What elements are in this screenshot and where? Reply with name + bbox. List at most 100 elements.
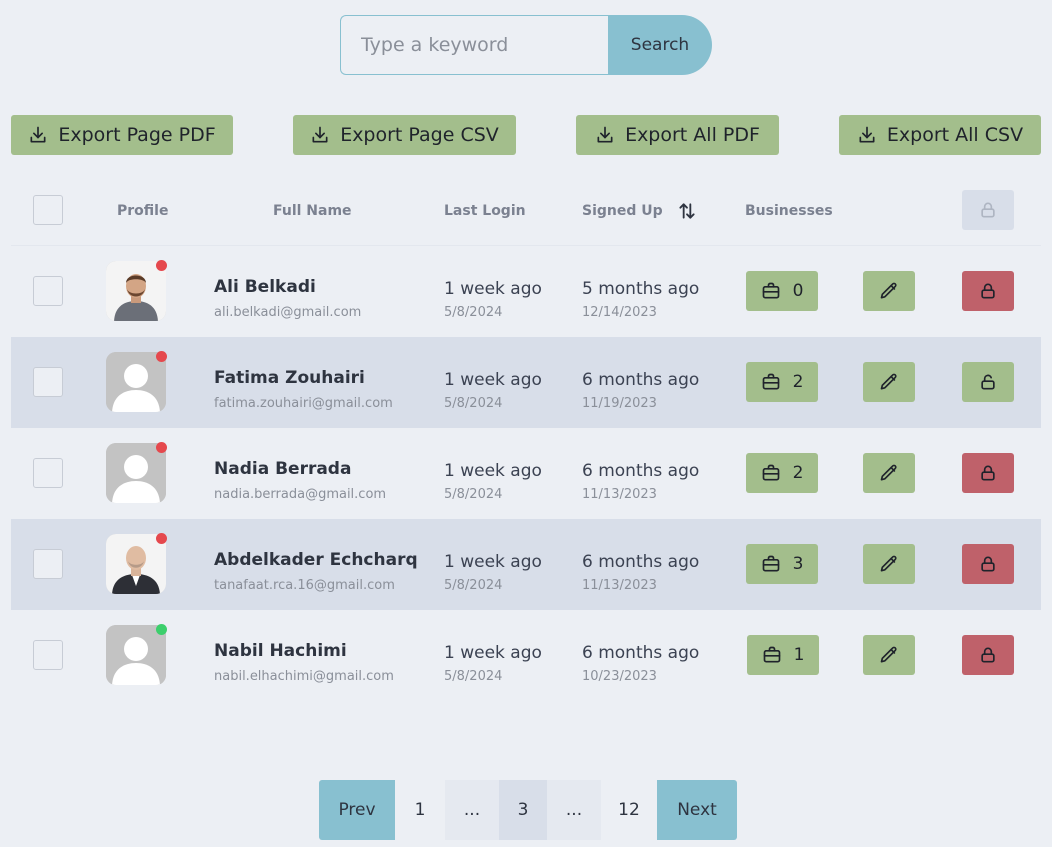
signed-up-date: 11/13/2023: [582, 578, 657, 593]
table-row: Nadia Berrada nadia.berrada@gmail.com 1 …: [11, 428, 1041, 519]
edit-user-button[interactable]: [863, 453, 915, 493]
page-12-button[interactable]: 12: [601, 780, 657, 840]
lock-icon: [981, 465, 995, 481]
last-login-date: 5/8/2024: [444, 396, 503, 411]
status-indicator: [156, 442, 167, 453]
export-page-pdf-button[interactable]: Export Page PDF: [11, 115, 233, 155]
lock-icon: [981, 283, 995, 299]
edit-user-button[interactable]: [863, 271, 915, 311]
signed-up-relative: 5 months ago: [582, 279, 700, 299]
pencil-icon: [880, 373, 897, 390]
businesses-button[interactable]: 3: [746, 544, 818, 584]
search-button[interactable]: Search: [608, 15, 712, 75]
status-indicator: [156, 533, 167, 544]
lock-user-button[interactable]: [962, 271, 1014, 311]
page-ellipsis-right: ...: [547, 780, 601, 840]
user-full-name: Nabil Hachimi: [214, 641, 347, 661]
header-profile: Profile: [117, 203, 169, 219]
businesses-button[interactable]: 1: [747, 635, 819, 675]
last-login-date: 5/8/2024: [444, 669, 503, 684]
table-row: Ali Belkadi ali.belkadi@gmail.com 1 week…: [11, 246, 1041, 337]
export-all-csv-button[interactable]: Export All CSV: [839, 115, 1041, 155]
export-page-csv-label: Export Page CSV: [340, 124, 499, 146]
page-3-button-current[interactable]: 3: [499, 780, 547, 840]
export-page-csv-button[interactable]: Export Page CSV: [293, 115, 516, 155]
pencil-icon: [880, 646, 897, 663]
businesses-count: 2: [792, 463, 804, 483]
page-1-button[interactable]: 1: [395, 780, 445, 840]
header-last-login: Last Login: [444, 203, 526, 219]
last-login-relative: 1 week ago: [444, 643, 542, 663]
signed-up-date: 11/19/2023: [582, 396, 657, 411]
user-email: fatima.zouhairi@gmail.com: [214, 396, 393, 411]
signed-up-relative: 6 months ago: [582, 552, 700, 572]
avatar[interactable]: [106, 260, 167, 321]
table-row: Abdelkader Echcharq tanafaat.rca.16@gmai…: [11, 519, 1041, 610]
header-businesses: Businesses: [745, 203, 833, 219]
businesses-button[interactable]: 0: [746, 271, 818, 311]
row-checkbox[interactable]: [33, 276, 63, 306]
unlock-icon: [981, 374, 995, 390]
briefcase-icon: [762, 555, 779, 572]
export-all-csv-label: Export All CSV: [886, 124, 1024, 146]
avatar-image: [106, 443, 166, 503]
user-email: ali.belkadi@gmail.com: [214, 305, 362, 320]
edit-user-button[interactable]: [863, 635, 915, 675]
pencil-icon: [880, 282, 897, 299]
businesses-count: 0: [792, 281, 804, 301]
lock-icon: [981, 647, 995, 663]
status-indicator: [156, 351, 167, 362]
avatar[interactable]: [106, 351, 167, 412]
edit-user-button[interactable]: [863, 544, 915, 584]
last-login-date: 5/8/2024: [444, 305, 503, 320]
lock-user-button[interactable]: [962, 635, 1014, 675]
select-all-checkbox[interactable]: [33, 195, 63, 225]
download-icon: [30, 126, 46, 143]
signed-up-relative: 6 months ago: [582, 370, 700, 390]
unlock-user-button[interactable]: [962, 362, 1014, 402]
last-login-date: 5/8/2024: [444, 487, 503, 502]
avatar-image: [106, 352, 166, 412]
briefcase-icon: [762, 282, 779, 299]
user-full-name: Ali Belkadi: [214, 277, 316, 297]
sort-icon[interactable]: [677, 201, 697, 221]
businesses-button[interactable]: 2: [746, 362, 818, 402]
row-checkbox[interactable]: [33, 367, 63, 397]
lock-icon: [981, 202, 995, 218]
export-all-pdf-button[interactable]: Export All PDF: [576, 115, 779, 155]
export-all-pdf-label: Export All PDF: [625, 124, 760, 146]
search-bar: Search: [340, 15, 712, 75]
search-input[interactable]: [340, 15, 608, 75]
briefcase-icon: [762, 373, 779, 390]
row-checkbox[interactable]: [33, 458, 63, 488]
user-email: nabil.elhachimi@gmail.com: [214, 669, 394, 684]
avatar[interactable]: [106, 624, 167, 685]
header-signed-up-label: Signed Up: [582, 203, 663, 219]
lock-all-button[interactable]: [962, 190, 1014, 230]
user-full-name: Fatima Zouhairi: [214, 368, 365, 388]
avatar[interactable]: [106, 533, 167, 594]
prev-page-button[interactable]: Prev: [319, 780, 395, 840]
lock-user-button[interactable]: [962, 453, 1014, 493]
avatar-image: [106, 534, 166, 594]
edit-user-button[interactable]: [863, 362, 915, 402]
last-login-date: 5/8/2024: [444, 578, 503, 593]
businesses-button[interactable]: 2: [746, 453, 818, 493]
lock-user-button[interactable]: [962, 544, 1014, 584]
row-checkbox[interactable]: [33, 640, 63, 670]
download-icon: [859, 126, 875, 143]
avatar-image: [106, 625, 166, 685]
user-full-name: Nadia Berrada: [214, 459, 352, 479]
pencil-icon: [880, 555, 897, 572]
last-login-relative: 1 week ago: [444, 370, 542, 390]
signed-up-relative: 6 months ago: [582, 643, 700, 663]
avatar[interactable]: [106, 442, 167, 503]
businesses-count: 2: [792, 372, 804, 392]
next-page-button[interactable]: Next: [657, 780, 737, 840]
table-row: Fatima Zouhairi fatima.zouhairi@gmail.co…: [11, 337, 1041, 428]
row-checkbox[interactable]: [33, 549, 63, 579]
status-indicator: [156, 624, 167, 635]
last-login-relative: 1 week ago: [444, 279, 542, 299]
lock-icon: [981, 556, 995, 572]
header-signed-up[interactable]: Signed Up: [582, 176, 697, 246]
